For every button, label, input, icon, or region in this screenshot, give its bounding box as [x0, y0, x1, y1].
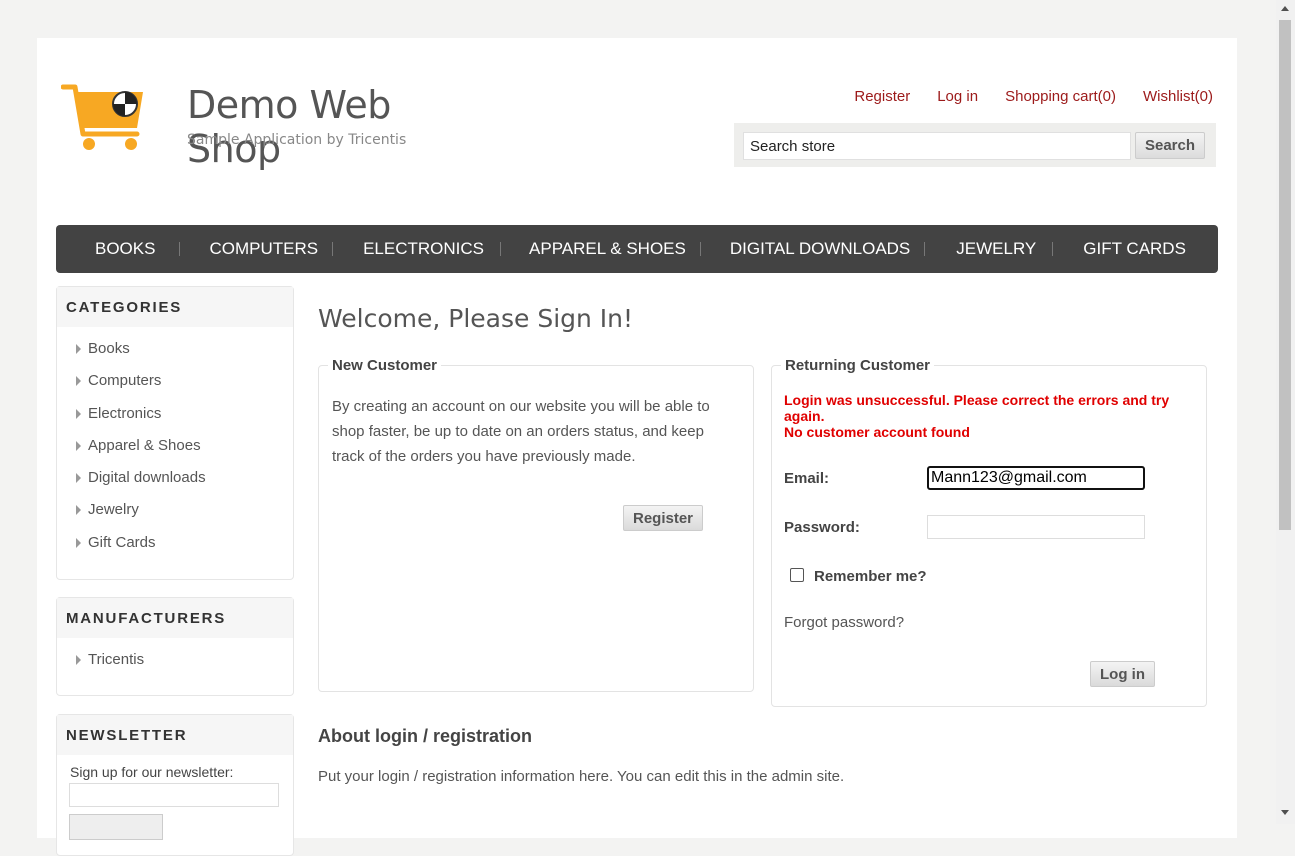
- email-field[interactable]: [927, 466, 1145, 490]
- top-menu: BOOKS COMPUTERS ELECTRONICS APPAREL & SH…: [56, 225, 1218, 273]
- newsletter-subscribe-button[interactable]: [69, 814, 163, 840]
- menu-item-computers[interactable]: COMPUTERS: [180, 239, 332, 259]
- menu-item-books[interactable]: BOOKS: [71, 239, 179, 259]
- login-link[interactable]: Log in: [937, 88, 978, 105]
- menu-item-jewelry[interactable]: JEWELRY: [925, 239, 1052, 259]
- remember-me-label[interactable]: Remember me?: [814, 568, 927, 585]
- category-item-books[interactable]: Books: [57, 335, 293, 367]
- category-label: Gift Cards: [88, 533, 156, 551]
- about-title: About login / registration: [318, 726, 532, 746]
- triangle-right-icon: [76, 408, 81, 419]
- triangle-right-icon: [76, 505, 81, 516]
- login-error-line: Login was unsuccessful. Please correct t…: [784, 392, 1170, 424]
- newsletter-label: Sign up for our newsletter:: [70, 764, 234, 780]
- category-item-gift-cards[interactable]: Gift Cards: [57, 529, 293, 561]
- category-item-jewelry[interactable]: Jewelry: [57, 496, 293, 528]
- manufacturer-label: Tricentis: [88, 651, 145, 668]
- triangle-right-icon: [76, 473, 81, 484]
- newsletter-email-input[interactable]: [69, 783, 279, 807]
- category-label: Digital downloads: [88, 469, 206, 487]
- category-label: Electronics: [88, 404, 162, 422]
- manufacturers-title: MANUFACTURERS: [57, 598, 293, 638]
- search-box: Search: [734, 123, 1216, 167]
- email-label: Email:: [784, 470, 830, 487]
- menu-item-gift-cards[interactable]: GIFT CARDS: [1053, 239, 1200, 259]
- header-links: Register Log in Shopping cart(0) Wishlis…: [854, 88, 1213, 105]
- logo-title: Demo Web Shop: [187, 83, 391, 171]
- category-item-computers[interactable]: Computers: [57, 367, 293, 399]
- scroll-down-arrow-icon[interactable]: [1281, 810, 1289, 815]
- password-label: Password:: [784, 519, 860, 536]
- category-item-digital-downloads[interactable]: Digital downloads: [57, 464, 293, 496]
- returning-customer-title: Returning Customer: [781, 357, 935, 374]
- manufacturers-block: MANUFACTURERS Tricentis: [56, 597, 294, 696]
- new-customer-text: By creating an account on our website yo…: [332, 398, 710, 465]
- categories-block: CATEGORIES Books Computers Electronics A…: [56, 286, 294, 580]
- category-label: Computers: [88, 372, 162, 390]
- login-error-message: Login was unsuccessful. Please correct t…: [784, 392, 1199, 440]
- manufacturer-item-tricentis[interactable]: Tricentis: [57, 646, 293, 678]
- login-error-detail: No customer account found: [784, 424, 970, 440]
- newsletter-block: NEWSLETTER Sign up for our newsletter:: [56, 714, 294, 856]
- category-item-apparel-shoes[interactable]: Apparel & Shoes: [57, 432, 293, 464]
- category-item-electronics[interactable]: Electronics: [57, 400, 293, 432]
- login-button[interactable]: Log in: [1090, 661, 1155, 687]
- category-label: Jewelry: [88, 501, 139, 519]
- scroll-up-arrow-icon[interactable]: [1281, 6, 1289, 11]
- vertical-scrollbar[interactable]: [1276, 0, 1295, 824]
- about-text: Put your login / registration informatio…: [318, 768, 845, 785]
- category-label: Apparel & Shoes: [88, 436, 201, 454]
- triangle-right-icon: [76, 344, 81, 354]
- category-label: Books: [88, 340, 130, 357]
- new-customer-title: New Customer: [328, 357, 442, 374]
- password-field[interactable]: [927, 515, 1145, 539]
- shopping-cart-link[interactable]: Shopping cart(0): [1005, 88, 1116, 105]
- returning-customer-section: Returning Customer Login was unsuccessfu…: [771, 357, 1207, 707]
- wishlist-link[interactable]: Wishlist(0): [1143, 88, 1213, 105]
- search-input[interactable]: [743, 132, 1131, 160]
- menu-item-digital-downloads[interactable]: DIGITAL DOWNLOADS: [701, 239, 924, 259]
- register-button[interactable]: Register: [623, 505, 703, 531]
- shopping-cart-logo-icon: [61, 84, 143, 150]
- categories-title: CATEGORIES: [57, 287, 293, 327]
- menu-item-apparel-shoes[interactable]: APPAREL & SHOES: [501, 239, 700, 259]
- logo-subtitle: Sample Application by Tricentis: [187, 132, 407, 148]
- triangle-right-icon: [76, 537, 81, 548]
- remember-me-checkbox[interactable]: [790, 568, 804, 582]
- newsletter-title: NEWSLETTER: [57, 715, 293, 755]
- page-container: Demo Web Shop Sample Application by Tric…: [37, 38, 1237, 856]
- triangle-right-icon: [76, 440, 81, 451]
- register-link[interactable]: Register: [854, 88, 910, 105]
- scrollbar-thumb[interactable]: [1279, 20, 1291, 530]
- forgot-password-link[interactable]: Forgot password?: [784, 614, 904, 631]
- menu-item-electronics[interactable]: ELECTRONICS: [333, 239, 500, 259]
- new-customer-section: New Customer By creating an account on o…: [318, 357, 754, 692]
- page-title: Welcome, Please Sign In!: [318, 304, 634, 333]
- triangle-right-icon: [76, 376, 81, 387]
- triangle-right-icon: [76, 655, 81, 665]
- logo[interactable]: Demo Web Shop Sample Application by Tric…: [61, 82, 461, 171]
- search-button[interactable]: Search: [1135, 132, 1205, 159]
